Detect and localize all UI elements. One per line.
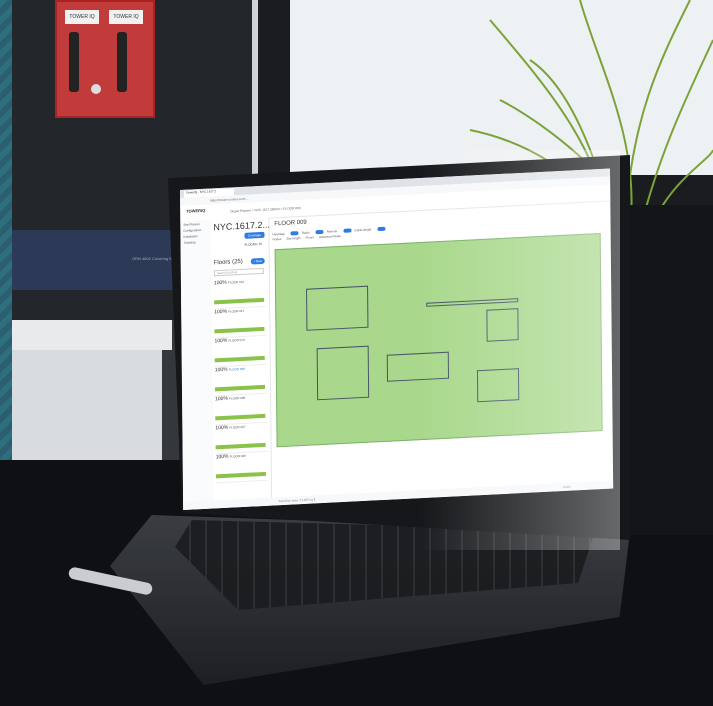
- room-outline: [486, 308, 519, 342]
- floor-percent: 100%: [215, 424, 229, 432]
- list-item[interactable]: 100% FLOOR 006: [215, 451, 268, 484]
- floor-name: FLOOR 010: [228, 337, 245, 343]
- photo-scene: ORN 4802 Covering NYC'S Stroot TOWER IQ …: [0, 0, 713, 706]
- toolbar-label: Remote: [326, 229, 338, 234]
- floor-percent: 100%: [213, 279, 227, 287]
- monitor-bezel: [12, 320, 172, 350]
- status-left: Total floor area: 71,926 sq ft: [278, 497, 316, 504]
- coverage-bar: [214, 384, 266, 392]
- toolbar-label: Cable length: [354, 227, 372, 233]
- floor-name: FLOOR 007: [229, 424, 246, 430]
- coverage-bar: [214, 297, 265, 305]
- floor-name: FLOOR 009: [228, 366, 245, 372]
- toolbar-label: Advanced Mode: [319, 233, 341, 240]
- toolbar-label: Nodes: [272, 236, 282, 242]
- list-item[interactable]: 100% FLOOR 007: [215, 422, 268, 455]
- radio-toggle[interactable]: [315, 229, 324, 235]
- coverage-bar: [215, 442, 266, 450]
- list-item[interactable]: 100% FLOOR 010: [213, 277, 267, 310]
- room-outline: [316, 345, 370, 401]
- panel-label-left: TOWER IQ: [65, 10, 99, 24]
- coverage-bar: [215, 471, 266, 479]
- floor-title: FLOOR 009: [274, 219, 307, 228]
- floor-percent: 100%: [215, 453, 229, 461]
- floor-name: FLOOR 006: [229, 453, 246, 459]
- new-floor-button[interactable]: + New: [250, 257, 265, 265]
- room-outline: [306, 285, 369, 331]
- app-sidebar: Site Planner Configuration Installation …: [180, 220, 215, 510]
- address-text: https://towerio.ioulics.com/...: [210, 196, 248, 203]
- list-item-selected[interactable]: 100% FLOOR 009: [214, 364, 268, 397]
- room-outline: [386, 351, 450, 382]
- floor-name: FLOOR 010: [227, 279, 245, 285]
- floor-percent: 100%: [214, 337, 228, 345]
- floor-percent: 100%: [214, 308, 228, 316]
- floor-list: 100% FLOOR 010 100% FLOOR 011 100% FLOOR…: [213, 277, 268, 484]
- floors-heading: Floors (25): [213, 258, 243, 267]
- remote-toggle[interactable]: [343, 228, 352, 233]
- floor-code: FLOORS: 25: [244, 241, 262, 247]
- floor-search-input[interactable]: Search for floor: [213, 267, 264, 277]
- breadcrumb[interactable]: Dispel Planner > NYC.1617.2B0X3 > FLOOR …: [230, 206, 300, 214]
- list-item[interactable]: 100% FLOOR 011: [214, 306, 267, 339]
- toolbar-label: Heatmap: [272, 231, 285, 237]
- room-outline: [476, 368, 520, 403]
- laptop-screen: TowerIQ - NYC.1617.2 https://towerio.iou…: [180, 168, 614, 510]
- tower-iq-logo: TOWERIQ: [186, 207, 206, 214]
- coverage-bar: [215, 413, 266, 421]
- coverage-bar: [214, 355, 265, 363]
- red-emergency-phone-panel: TOWER IQ TOWER IQ: [55, 0, 155, 118]
- status-right: Scale: [563, 484, 571, 489]
- floors-panel: NYC.1617.2... Coverage FLOORS: 25 Floors…: [210, 217, 273, 509]
- toolbar-label: Site length: [286, 236, 301, 241]
- floor-name: FLOOR 011: [228, 308, 245, 314]
- cable-toggle[interactable]: [377, 226, 386, 232]
- toolbar-label: Radio: [301, 230, 310, 235]
- handset-left: [69, 32, 79, 92]
- list-item[interactable]: 100% FLOOR 008: [215, 393, 268, 426]
- coverage-bar: [214, 326, 265, 334]
- sidebar-item-ticketing[interactable]: Ticketing: [181, 239, 211, 247]
- panel-label-right: TOWER IQ: [109, 10, 143, 24]
- handset-right: [117, 32, 127, 92]
- toolbar-label: Floors: [305, 235, 315, 240]
- floor-percent: 100%: [215, 395, 228, 403]
- panel-button: [91, 84, 101, 94]
- heatmap-toggle[interactable]: [290, 231, 299, 236]
- wall-line: [426, 298, 519, 307]
- floor-name: FLOOR 008: [229, 395, 246, 401]
- plant-pot: [622, 205, 713, 535]
- list-item[interactable]: 100% FLOOR 010: [214, 335, 267, 368]
- floor-percent: 100%: [214, 366, 228, 374]
- floor-coverage-map[interactable]: [274, 233, 603, 448]
- coverage-button[interactable]: Coverage: [244, 231, 265, 239]
